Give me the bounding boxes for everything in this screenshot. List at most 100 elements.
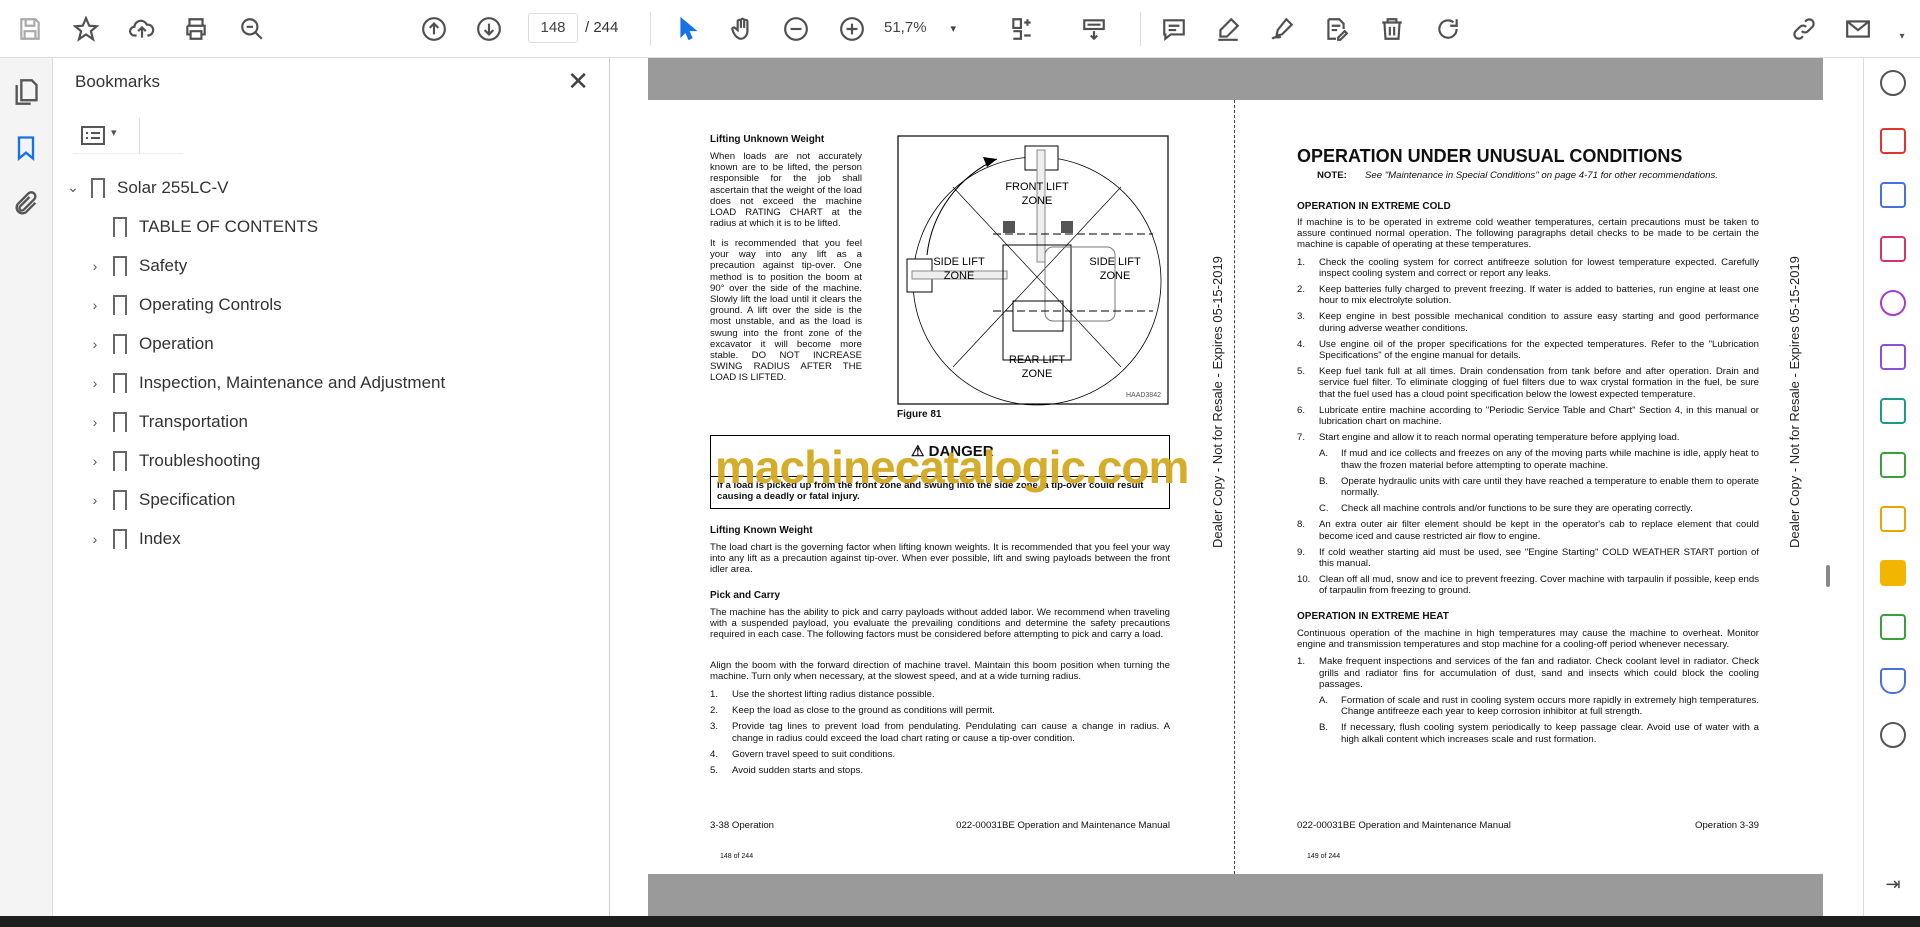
protect-icon[interactable]	[1880, 668, 1906, 694]
select-cursor-icon[interactable]	[672, 13, 704, 45]
fit-page-icon[interactable]	[1006, 13, 1038, 45]
bookmark-label: Transportation	[139, 411, 248, 431]
trash-icon[interactable]	[1376, 13, 1408, 45]
zone-label: ZONE	[1100, 270, 1131, 282]
list-item: 5. Avoid sudden starts and stops.	[710, 765, 1170, 776]
bookmark-item[interactable]: › Safety	[63, 246, 609, 285]
bookmark-icon	[113, 450, 127, 477]
page-footer-right: Operation 3-39	[1695, 820, 1759, 831]
draw-sign-icon[interactable]	[1266, 13, 1298, 45]
star-icon[interactable]	[70, 13, 102, 45]
create-pdf-icon[interactable]	[1880, 128, 1906, 154]
zoom-tool-icon[interactable]	[1880, 70, 1906, 96]
list-text: Use the shortest lifting radius distance…	[732, 689, 935, 700]
zoom-in-button[interactable]	[836, 13, 868, 45]
print-production-icon[interactable]	[1880, 614, 1906, 640]
bookmark-item[interactable]: › Operating Controls	[63, 285, 609, 324]
upload-icon[interactable]	[126, 13, 158, 45]
share-link-icon[interactable]	[1788, 13, 1820, 45]
scroll-mode-icon[interactable]	[1078, 13, 1110, 45]
scan-ocr-icon[interactable]	[1880, 506, 1906, 532]
chevron-right-icon[interactable]: ›	[85, 414, 105, 430]
bookmark-label: Specification	[139, 489, 236, 509]
list-number: 1.	[710, 689, 719, 700]
chevron-down-icon[interactable]: ⌄	[63, 179, 83, 196]
page-footer-left: 3-38 Operation	[710, 820, 774, 831]
page-counter: 148 of 244	[720, 853, 754, 860]
bookmark-icon	[113, 528, 127, 555]
export-pdf-icon[interactable]	[1880, 398, 1906, 424]
list-item: 5. Keep fuel tank full at all times. Drai…	[1297, 366, 1759, 400]
page-thumbnails-icon[interactable]	[12, 78, 40, 106]
bookmark-options-button[interactable]: ▾	[73, 118, 183, 154]
mail-icon[interactable]	[1842, 13, 1874, 45]
hand-tool-icon[interactable]	[726, 13, 758, 45]
print-icon[interactable]	[180, 13, 212, 45]
comment-icon[interactable]	[1158, 13, 1190, 45]
bookmark-item[interactable]: TABLE OF CONTENTS	[63, 207, 609, 246]
comment-tool-icon[interactable]	[1880, 560, 1906, 586]
bookmark-item[interactable]: › Operation	[63, 324, 609, 363]
chevron-down-icon[interactable]: ▾	[1896, 30, 1908, 42]
chevron-right-icon[interactable]: ›	[85, 531, 105, 547]
bookmark-item[interactable]: ⌄ Solar 255LC-V	[63, 168, 609, 207]
more-tools-icon[interactable]	[1880, 722, 1906, 748]
page-number-input[interactable]: 148	[528, 13, 578, 43]
zoom-out-button[interactable]	[780, 13, 812, 45]
list-text: Keep the load as close to the ground as …	[732, 705, 995, 717]
previous-page-button[interactable]	[418, 13, 450, 45]
fill-and-sign-icon[interactable]	[1880, 344, 1906, 370]
close-icon[interactable]: ✕	[567, 66, 589, 97]
rotate-icon[interactable]	[1432, 13, 1464, 45]
list-options-icon	[81, 126, 105, 145]
list-number: 6.	[1297, 404, 1306, 416]
dealer-stamp: Dealer Copy - Not for Resale - Expires 0…	[1210, 256, 1225, 548]
edit-pdf-icon[interactable]	[1880, 452, 1906, 478]
bookmark-item[interactable]: › Troubleshooting	[63, 441, 609, 480]
save-icon[interactable]	[14, 13, 46, 45]
request-signature-icon[interactable]	[1880, 290, 1906, 316]
bookmark-icon	[113, 411, 127, 438]
search-zoom-icon[interactable]	[236, 13, 268, 45]
chevron-right-icon[interactable]: ›	[85, 297, 105, 313]
chevron-right-icon[interactable]: ›	[85, 375, 105, 391]
list-item: 1. Check the cooling system for correct a…	[1297, 257, 1759, 279]
page-counter: 149 of 244	[1307, 853, 1341, 860]
scrollbar-thumb[interactable]	[1826, 565, 1830, 587]
document-viewport[interactable]: Lifting Unknown Weight When loads are no…	[612, 58, 1863, 916]
list-item: B. If necessary, flush cooling system per…	[1319, 722, 1759, 744]
bookmark-item[interactable]: › Transportation	[63, 402, 609, 441]
bookmark-item[interactable]: › Inspection, Maintenance and Adjustment	[63, 363, 609, 402]
list-number: 3.	[710, 721, 719, 733]
list-text: If necessary, flush cooling system perio…	[1341, 722, 1759, 745]
lift-zones-figure: FRONT LIFT ZONE SIDE LIFT ZONE SIDE LIFT…	[897, 135, 1169, 406]
chevron-right-icon[interactable]: ›	[85, 492, 105, 508]
combine-files-icon[interactable]	[1880, 182, 1906, 208]
list-number: 2.	[710, 705, 719, 717]
chevron-right-icon[interactable]: ›	[85, 336, 105, 352]
paragraph: The load chart is the governing factor w…	[710, 542, 1170, 576]
highlight-pen-icon[interactable]	[1212, 13, 1244, 45]
list-item: 3. Keep engine in best possible mechanica…	[1297, 311, 1759, 333]
zoom-select[interactable]: 51,7% ▾	[884, 19, 984, 36]
bookmark-label: TABLE OF CONTENTS	[139, 216, 319, 236]
chevron-right-icon[interactable]: ›	[85, 453, 105, 469]
bookmark-item[interactable]: › Specification	[63, 480, 609, 519]
expand-panel-icon[interactable]: ⇥	[1880, 874, 1906, 900]
bookmarks-title: Bookmarks	[75, 72, 161, 91]
side-zone-label: SIDE LIFT	[933, 256, 985, 268]
list-text: Start engine and allow it to reach norma…	[1319, 432, 1680, 444]
bookmark-label: Operating Controls	[139, 294, 282, 314]
bookmark-item[interactable]: › Index	[63, 519, 609, 558]
list-number: 5.	[710, 765, 719, 777]
chevron-right-icon[interactable]: ›	[85, 258, 105, 274]
fill-sign-icon[interactable]	[1320, 13, 1352, 45]
list-item: 10. Clean off all mud, snow and ice to pr…	[1297, 574, 1759, 596]
list-item: 3. Provide tag lines to prevent load from…	[710, 721, 1170, 743]
attachments-icon[interactable]	[12, 190, 40, 218]
bookmarks-icon[interactable]	[12, 134, 40, 162]
next-page-button[interactable]	[473, 13, 505, 45]
organize-pages-icon[interactable]	[1880, 236, 1906, 262]
divider	[650, 12, 651, 46]
page-gap	[648, 58, 1823, 100]
